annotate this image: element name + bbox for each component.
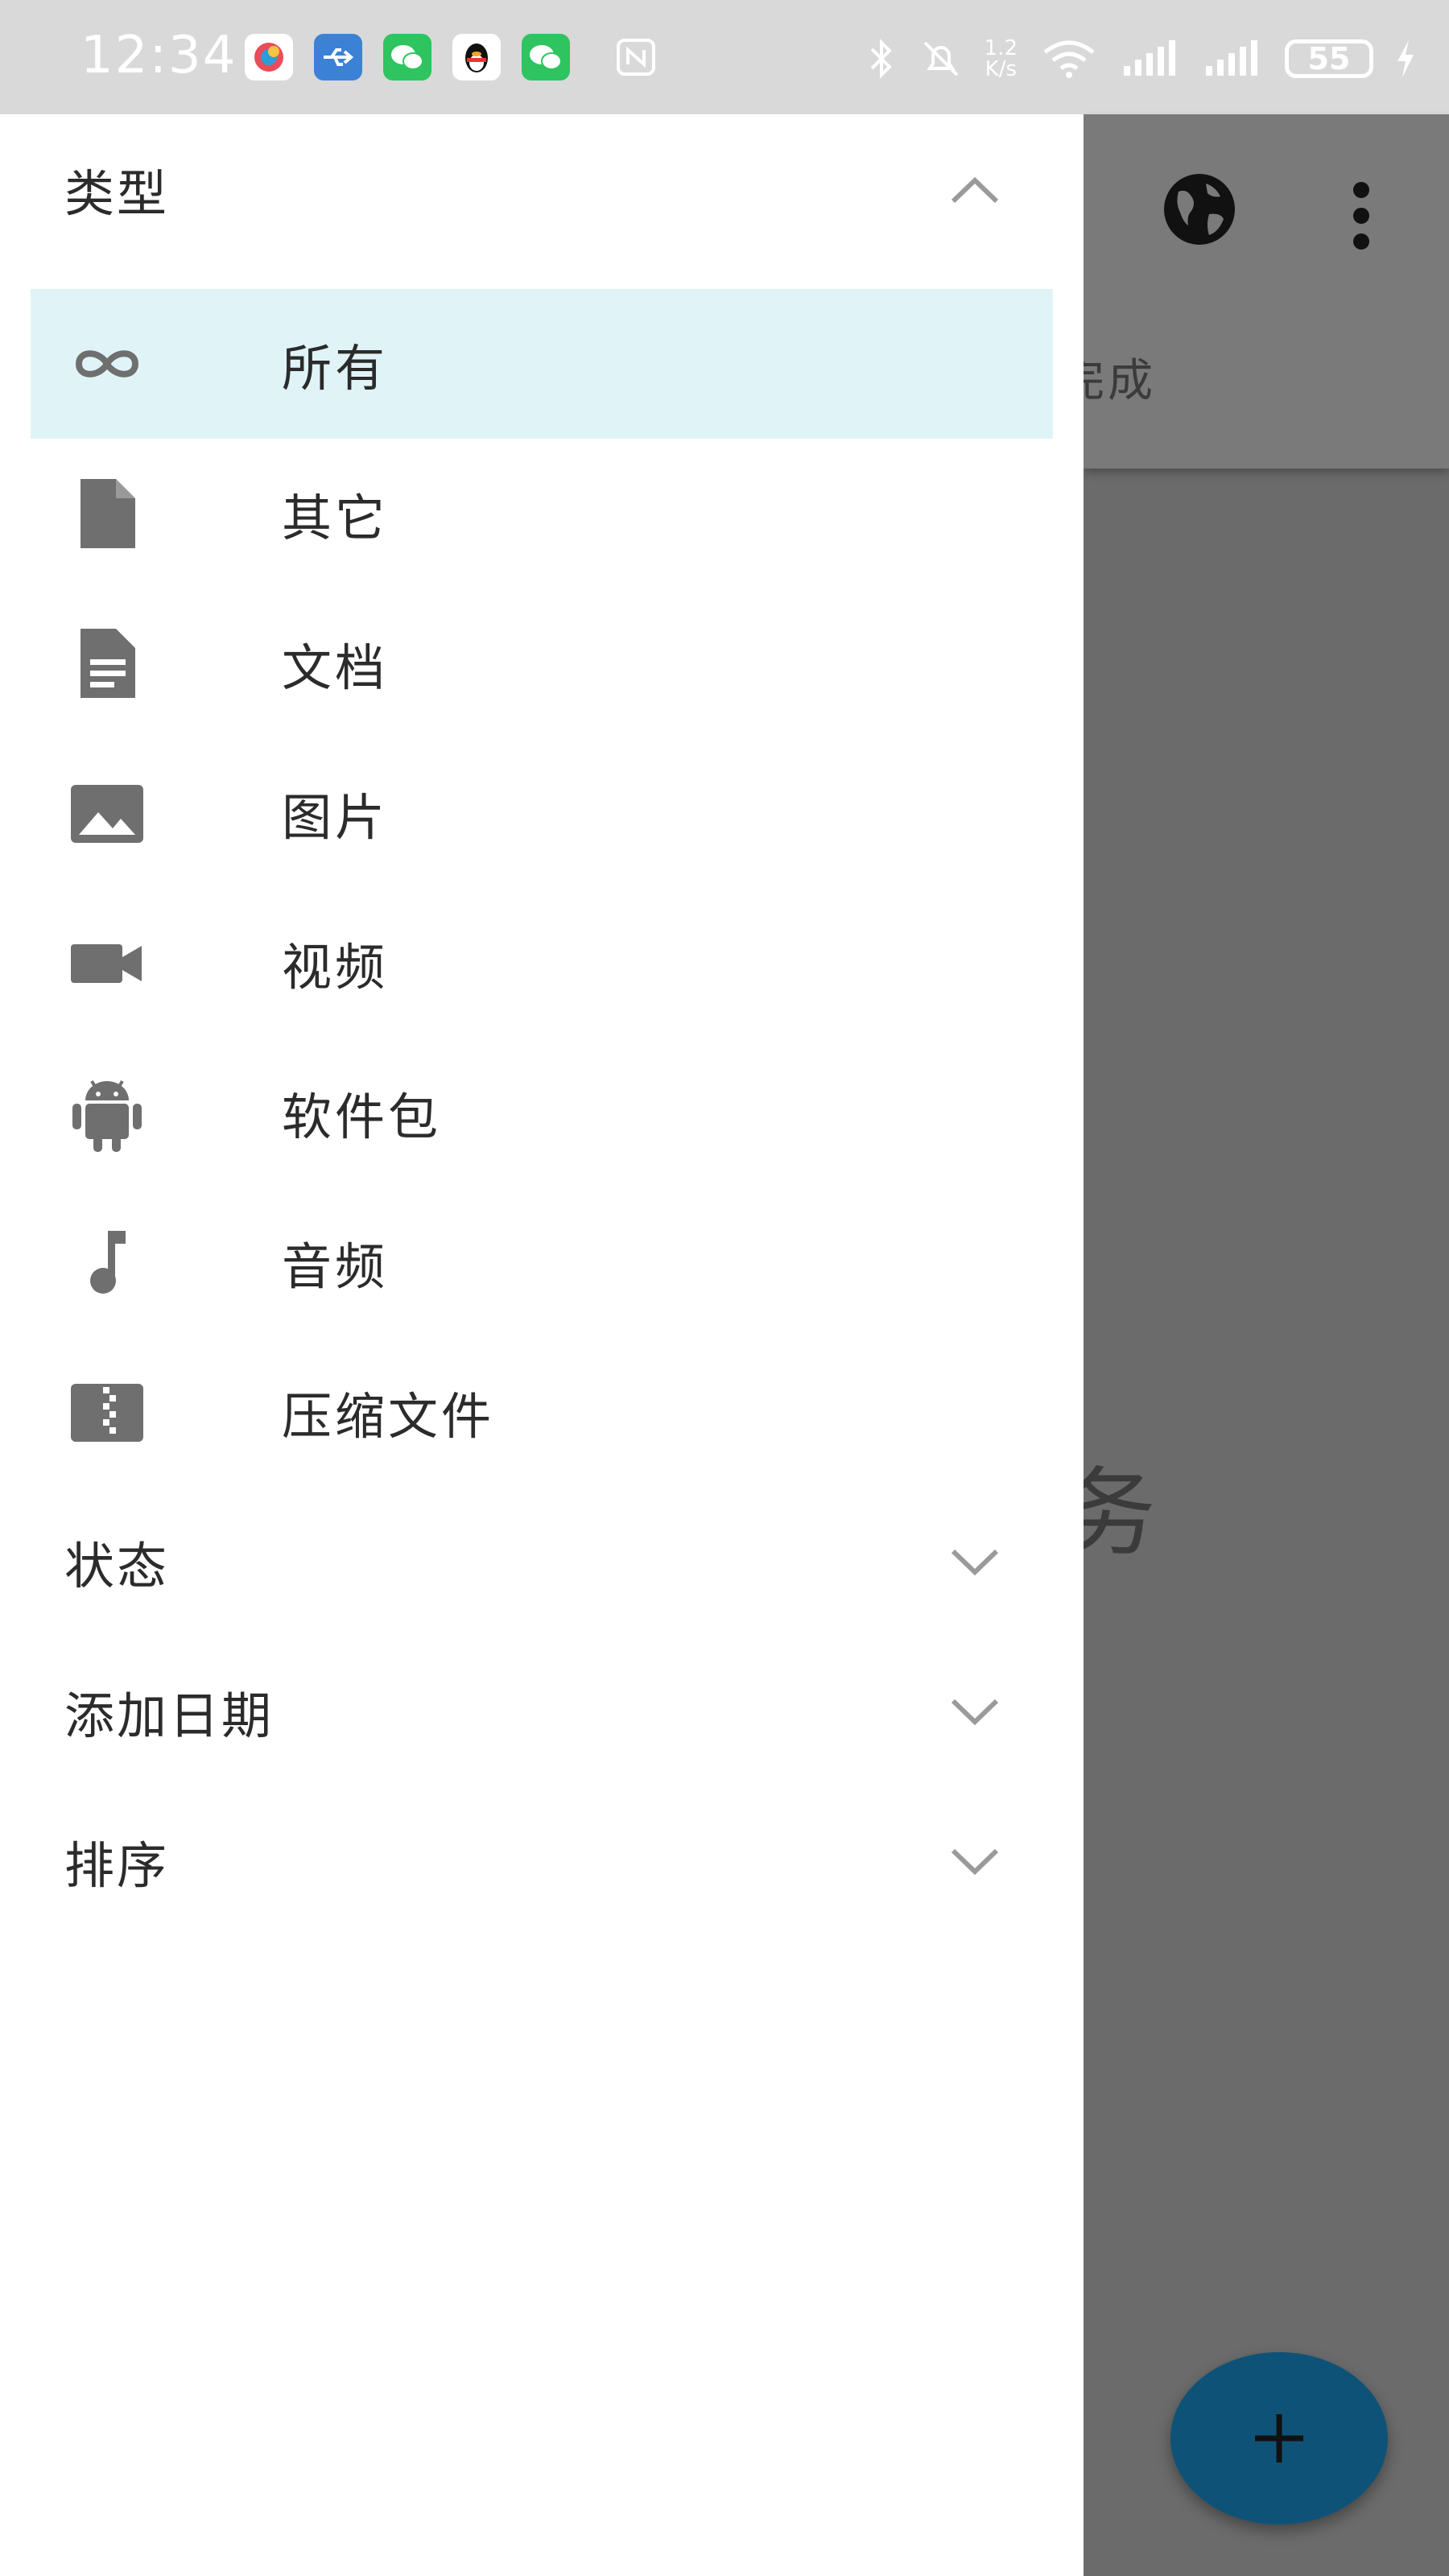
item-label: 图片 (282, 788, 389, 847)
type-item-audio[interactable]: 音频 (31, 1187, 1053, 1337)
type-item-other[interactable]: 其它 (31, 439, 1053, 588)
wechat-icon (522, 34, 570, 80)
type-item-document[interactable]: 文档 (31, 588, 1053, 738)
item-label: 文档 (282, 638, 389, 697)
usb-icon (314, 34, 362, 80)
wifi-icon (1043, 40, 1095, 78)
item-label: 视频 (282, 938, 389, 997)
signal-icon (1124, 40, 1175, 76)
item-label: 软件包 (282, 1088, 442, 1146)
plus-icon (1255, 2414, 1303, 2462)
section-header-type[interactable]: 类型 (0, 114, 1084, 264)
chevron-down-icon (951, 1848, 999, 1876)
item-label: 压缩文件 (282, 1387, 495, 1446)
section-title: 类型 (64, 164, 170, 223)
qq-icon (452, 34, 501, 80)
music-note-icon (90, 1231, 126, 1294)
chevron-up-icon (951, 176, 999, 204)
status-time: 12:34 (80, 26, 237, 85)
type-item-all[interactable]: 所有 (31, 289, 1053, 439)
item-label: 音频 (282, 1237, 389, 1296)
background-toolbar: 完成 (1059, 114, 1449, 469)
nfc-icon (612, 34, 660, 80)
wechat-icon (383, 34, 431, 80)
image-icon (71, 785, 143, 843)
charging-icon (1397, 40, 1414, 77)
section-title: 添加日期 (64, 1686, 275, 1745)
type-item-archive[interactable]: 压缩文件 (31, 1337, 1053, 1487)
android-icon (72, 1080, 142, 1152)
background-app-scrim[interactable]: 完成 务 (1059, 114, 1449, 2576)
mute-icon (923, 41, 959, 76)
filter-drawer: 类型 所有 其它 文档 图片 视频 软件包 音频 压缩文件 状态 添加日期 排序 (0, 114, 1084, 2576)
item-label: 所有 (282, 339, 389, 398)
type-item-image[interactable]: 图片 (31, 738, 1053, 888)
infinity-icon (75, 350, 139, 378)
app-icon (245, 34, 293, 80)
section-header-date-added[interactable]: 添加日期 (0, 1637, 1084, 1786)
battery-icon: 55 (1285, 39, 1373, 78)
section-header-sort[interactable]: 排序 (0, 1786, 1084, 1936)
bluetooth-icon (870, 39, 892, 79)
type-item-package[interactable]: 软件包 (31, 1038, 1053, 1187)
item-label: 其它 (282, 489, 389, 547)
type-item-video[interactable]: 视频 (31, 888, 1053, 1038)
file-icon (80, 479, 135, 548)
archive-icon (71, 1384, 143, 1442)
chevron-down-icon (951, 1549, 999, 1576)
add-fab-button (1170, 2352, 1388, 2524)
more-vert-icon (1353, 182, 1369, 250)
document-icon (80, 629, 135, 698)
status-right: 1.2 K/s 55 (865, 31, 1417, 87)
status-bar: 12:34 1.2 K/s 55 (0, 0, 1449, 114)
section-title: 排序 (64, 1836, 170, 1895)
section-title: 状态 (64, 1537, 170, 1596)
section-header-status[interactable]: 状态 (0, 1487, 1084, 1637)
video-icon (71, 944, 142, 983)
network-speed: 1.2 K/s (984, 36, 1018, 81)
chevron-down-icon (951, 1699, 999, 1726)
globe-icon (1164, 174, 1235, 245)
signal-icon (1206, 40, 1257, 76)
